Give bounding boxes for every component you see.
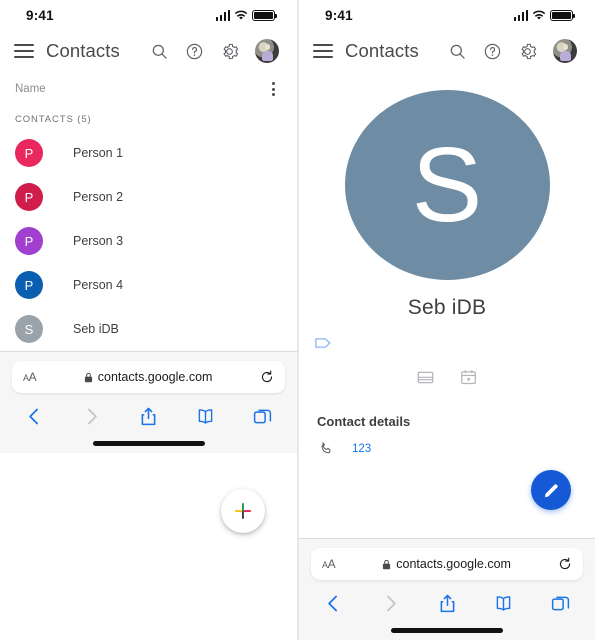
text-size-icon[interactable]: AAAA (23, 370, 37, 384)
url-display[interactable]: contacts.google.com (335, 557, 558, 571)
url-text: contacts.google.com (97, 370, 213, 384)
status-bar-left: 9:41 (0, 0, 297, 30)
share-icon[interactable] (437, 593, 458, 614)
list-header-row: Name (0, 72, 297, 106)
gear-icon[interactable] (220, 42, 239, 61)
reload-icon[interactable] (260, 370, 274, 384)
url-display[interactable]: contacts.google.com (36, 370, 260, 384)
search-icon[interactable] (448, 42, 467, 61)
reload-icon[interactable] (558, 557, 572, 571)
create-contact-button[interactable] (221, 489, 265, 533)
right-phone-screen: 9:41 Contacts S Seb iDB Contact details … (297, 0, 595, 640)
contact-avatar: P (15, 227, 43, 255)
hamburger-menu-icon[interactable] (313, 44, 333, 58)
page-title: Contacts (46, 40, 120, 61)
browser-nav-toolbar (0, 393, 297, 427)
chevron-right-icon (386, 595, 396, 612)
address-bar[interactable]: AAAA contacts.google.com (12, 361, 285, 393)
account-avatar[interactable] (255, 39, 279, 63)
app-header-right: Contacts (299, 30, 595, 72)
contact-avatar: P (15, 139, 43, 167)
contact-name: Person 2 (73, 190, 124, 204)
app-header-actions (150, 39, 279, 63)
contact-detail-pane: S Seb iDB Contact details 123 (299, 72, 595, 538)
battery-full-icon (252, 9, 278, 21)
url-text: contacts.google.com (396, 557, 511, 571)
tabs-icon[interactable] (550, 593, 571, 614)
contact-avatar: S (15, 315, 43, 343)
page-title: Contacts (345, 40, 419, 61)
wifi-icon (234, 10, 248, 20)
detail-value-phone[interactable]: 123 (352, 443, 371, 455)
pencil-edit-icon (544, 483, 558, 497)
list-item[interactable]: P Person 1 (0, 131, 297, 175)
status-time: 9:41 (325, 7, 353, 23)
text-size-icon[interactable]: AA (322, 557, 336, 571)
hamburger-menu-icon[interactable] (14, 44, 34, 58)
battery-full-icon (550, 9, 576, 21)
help-circle-icon[interactable] (483, 42, 502, 61)
tabs-icon[interactable] (252, 406, 273, 427)
plus-icon (235, 503, 251, 519)
status-indicators (215, 9, 278, 21)
cellular-bars-icon (215, 9, 230, 21)
label-tag-icon[interactable] (315, 336, 332, 350)
book-icon[interactable] (493, 593, 514, 614)
account-avatar[interactable] (553, 39, 577, 63)
chevron-left-icon[interactable] (24, 406, 45, 427)
edit-contact-button[interactable] (531, 470, 571, 510)
list-item[interactable]: P Person 2 (0, 175, 297, 219)
contact-avatar: P (15, 183, 43, 211)
contact-details-heading: Contact details (317, 414, 411, 429)
column-header-name: Name (15, 83, 46, 95)
list-item[interactable]: P Person 3 (0, 219, 297, 263)
status-bar-right: 9:41 (299, 0, 595, 30)
contact-large-avatar: S (344, 90, 550, 280)
cellular-bars-icon (513, 9, 528, 21)
left-phone-screen: 9:41 Contacts Name CONTACTS (5) P Person… (0, 0, 297, 640)
quick-action-icons (299, 369, 595, 386)
list-item[interactable]: S Seb iDB (0, 307, 297, 351)
chevron-right-icon (88, 408, 97, 425)
app-header-actions (448, 39, 577, 63)
browser-nav-toolbar (299, 580, 595, 614)
lock-icon (383, 559, 391, 569)
contact-avatar: P (15, 271, 43, 299)
book-icon[interactable] (195, 406, 216, 427)
contacts-section-label: CONTACTS (5) (15, 114, 92, 125)
gear-icon[interactable] (518, 42, 537, 61)
lock-icon (84, 372, 92, 382)
search-icon[interactable] (150, 42, 169, 61)
contact-name: Person 4 (73, 278, 124, 292)
contacts-list: P Person 1 P Person 2 P Person 3 P Perso… (0, 131, 297, 351)
address-bar[interactable]: AA contacts.google.com (311, 548, 583, 580)
app-header-left: Contacts (0, 30, 297, 72)
detail-row-phone[interactable]: 123 (299, 429, 595, 456)
safari-toolbar-left: AAAA contacts.google.com (0, 351, 297, 453)
home-indicator (391, 628, 503, 633)
share-icon[interactable] (138, 406, 159, 427)
help-circle-icon[interactable] (185, 42, 204, 61)
wifi-icon (532, 10, 546, 20)
dual-screenshot-stage: 9:41 Contacts Name CONTACTS (5) P Person… (0, 0, 595, 640)
status-indicators (513, 9, 576, 21)
kebab-menu-icon[interactable] (270, 78, 277, 100)
contact-name: Person 1 (73, 146, 124, 160)
contact-display-name: Seb iDB (407, 296, 487, 319)
chevron-left-icon[interactable] (323, 593, 344, 614)
status-time: 9:41 (26, 7, 54, 23)
label-row (299, 320, 595, 355)
safari-toolbar-right: AA contacts.google.com (299, 538, 595, 640)
contact-name: Person 3 (73, 234, 124, 248)
contact-name: Seb iDB (73, 322, 119, 336)
list-item[interactable]: P Person 4 (0, 263, 297, 307)
phone-icon (321, 442, 331, 454)
calendar-icon[interactable] (460, 369, 477, 386)
home-indicator (92, 441, 205, 446)
email-icon[interactable] (417, 369, 434, 386)
